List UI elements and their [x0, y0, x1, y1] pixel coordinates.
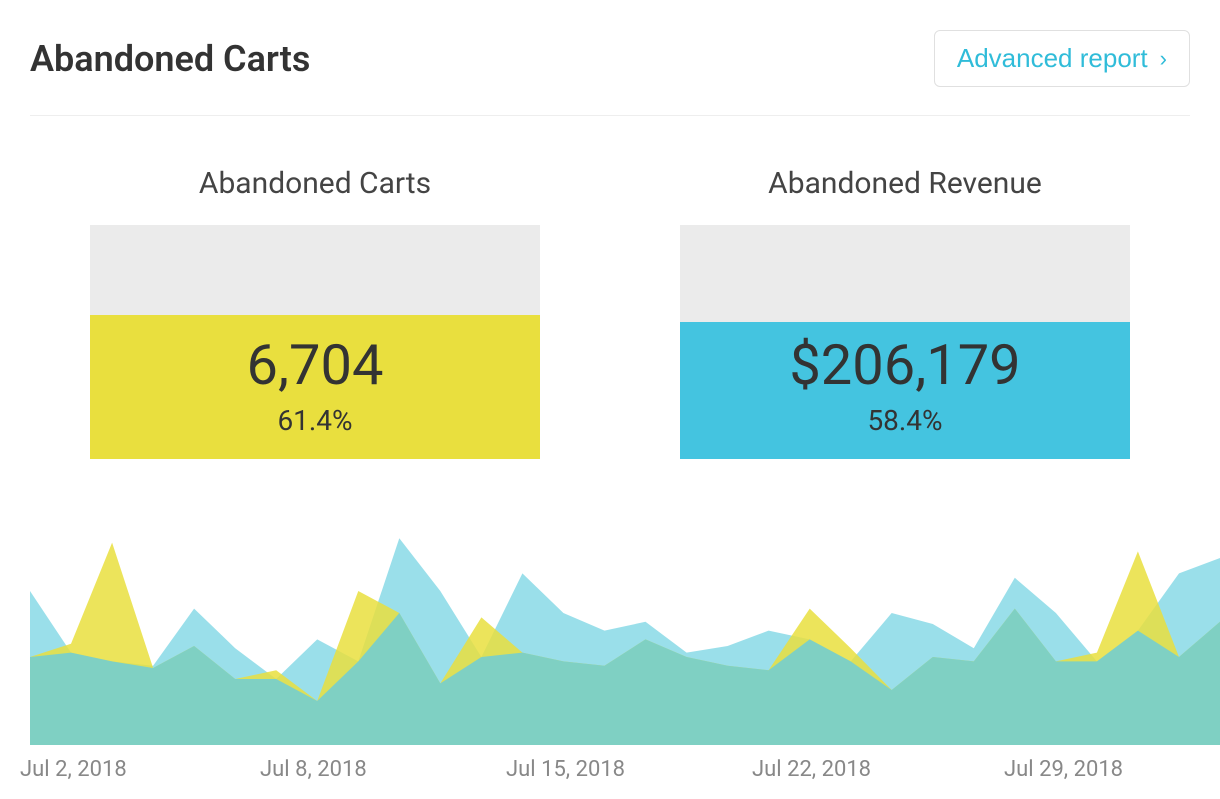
x-tick: Jul 15, 2018 [506, 757, 625, 782]
metrics-row: Abandoned Carts 6,704 61.4% Abandoned Re… [30, 166, 1190, 459]
card-title: Abandoned Carts [30, 38, 310, 80]
metric-percent-carts: 61.4% [90, 404, 540, 437]
metric-text-revenue: $206,179 58.4% [680, 332, 1130, 437]
metric-label-revenue: Abandoned Revenue [680, 166, 1130, 201]
area-chart [30, 525, 1220, 745]
x-tick: Jul 2, 2018 [20, 757, 127, 782]
metric-abandoned-revenue: Abandoned Revenue $206,179 58.4% [680, 166, 1130, 459]
x-tick: Jul 29, 2018 [1004, 757, 1123, 782]
area-chart-svg [30, 525, 1220, 745]
metric-value-revenue: $206,179 [680, 332, 1130, 398]
advanced-report-button[interactable]: Advanced report › [934, 30, 1190, 87]
abandoned-carts-card: Abandoned Carts Advanced report › Abando… [0, 0, 1220, 799]
x-tick: Jul 8, 2018 [260, 757, 367, 782]
metric-label-carts: Abandoned Carts [90, 166, 540, 201]
x-axis: Jul 2, 2018 Jul 8, 2018 Jul 15, 2018 Jul 22… [20, 757, 1220, 787]
metric-tile-revenue: $206,179 58.4% [680, 225, 1130, 459]
x-tick: Jul 22, 2018 [752, 757, 871, 782]
metric-tile-carts: 6,704 61.4% [90, 225, 540, 459]
metric-value-carts: 6,704 [90, 332, 540, 398]
metric-text-carts: 6,704 61.4% [90, 332, 540, 437]
card-header: Abandoned Carts Advanced report › [30, 30, 1190, 116]
advanced-report-label: Advanced report [957, 43, 1148, 74]
chevron-right-icon: › [1160, 48, 1167, 70]
metric-abandoned-carts: Abandoned Carts 6,704 61.4% [90, 166, 540, 459]
metric-percent-revenue: 58.4% [680, 404, 1130, 437]
